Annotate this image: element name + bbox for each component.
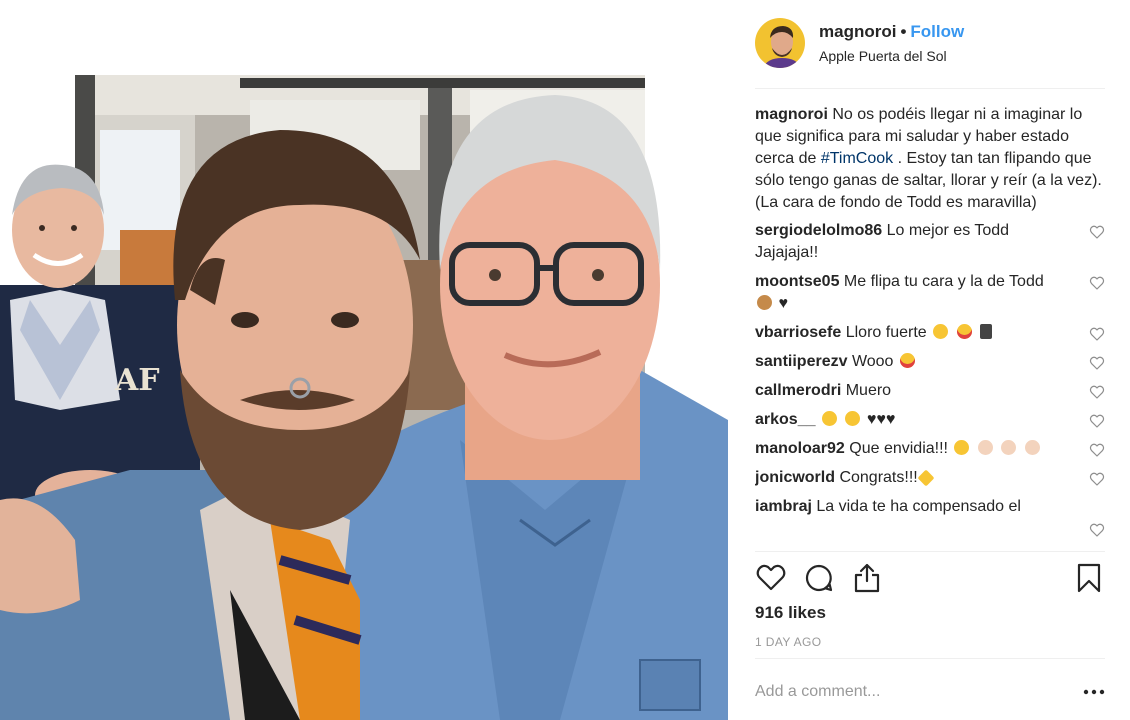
comment-item: jonicworld Congrats!!! bbox=[755, 467, 1105, 489]
star-struck-emoji-icon bbox=[954, 440, 970, 455]
header-text: magnoroi • Follow Apple Puerta del Sol bbox=[819, 21, 964, 66]
save-icon[interactable] bbox=[1073, 562, 1105, 594]
comment-like-icon[interactable] bbox=[1089, 413, 1105, 429]
actions-divider bbox=[755, 551, 1105, 552]
star-emoji-icon bbox=[917, 469, 935, 487]
comment-username[interactable]: callmerodri bbox=[755, 382, 841, 399]
header-separator: • bbox=[900, 21, 907, 41]
post-actions bbox=[755, 562, 1105, 594]
post-timestamp[interactable]: 1 DAY AGO bbox=[755, 635, 822, 649]
clapping-hands-emoji-icon bbox=[977, 440, 993, 455]
add-comment-input[interactable] bbox=[755, 680, 1045, 704]
comment-text: Lloro fuerte bbox=[845, 324, 927, 341]
comment-username[interactable]: manoloar92 bbox=[755, 440, 845, 457]
post-header: magnoroi • Follow Apple Puerta del Sol bbox=[755, 18, 1105, 68]
clapping-hands-emoji-icon bbox=[1001, 440, 1017, 455]
comment-username[interactable]: iambraj bbox=[755, 498, 812, 515]
top-arrow-emoji-icon bbox=[980, 324, 993, 339]
comment-item: arkos__ ♥♥♥ bbox=[755, 409, 1105, 431]
comment-like-icon[interactable] bbox=[1089, 275, 1105, 291]
astonished-emoji-icon bbox=[845, 411, 861, 426]
comment-item: sergiodelolmo86 Lo mejor es Todd Jajajaj… bbox=[755, 220, 1105, 264]
likes-count[interactable]: 916 likes bbox=[755, 603, 826, 623]
clapping-hands-emoji-icon bbox=[1024, 440, 1040, 455]
post-side-panel: magnoroi • Follow Apple Puerta del Sol mag… bbox=[728, 0, 1130, 720]
comments-list[interactable]: magnoroi No os podéis llegar ni a imagin… bbox=[755, 104, 1105, 550]
share-icon[interactable] bbox=[851, 562, 883, 594]
comment-item: vbarriosefe Lloro fuerte bbox=[755, 322, 1105, 344]
svg-text:AF: AF bbox=[114, 363, 160, 398]
comment-username[interactable]: vbarriosefe bbox=[755, 324, 841, 341]
post-author-username[interactable]: magnoroi bbox=[819, 22, 896, 41]
monkey-emoji-icon bbox=[757, 295, 772, 310]
comment-box-divider bbox=[755, 658, 1105, 659]
like-icon[interactable] bbox=[755, 562, 787, 594]
comment-tail: ♥ bbox=[778, 295, 788, 312]
avatar-image bbox=[755, 18, 805, 68]
comment-tail: ♥♥♥ bbox=[866, 411, 896, 428]
comment-username[interactable]: jonicworld bbox=[755, 469, 835, 486]
comment-like-icon[interactable] bbox=[1089, 224, 1105, 240]
comment-username[interactable]: santiiperezv bbox=[755, 353, 847, 370]
post-photo[interactable]: AF bbox=[0, 0, 728, 720]
follow-button[interactable]: Follow bbox=[910, 22, 964, 41]
comment-like-icon[interactable] bbox=[1089, 355, 1105, 371]
header-title-line: magnoroi • Follow bbox=[819, 21, 964, 43]
caption-hashtag[interactable]: #TimCook bbox=[821, 150, 893, 167]
comment-like-icon[interactable] bbox=[1089, 326, 1105, 342]
avatar[interactable] bbox=[755, 18, 805, 68]
more-options-icon[interactable] bbox=[1082, 684, 1106, 700]
comment-item: callmerodri Muero bbox=[755, 380, 1105, 402]
comment-text: Muero bbox=[845, 382, 892, 399]
comment-like-icon[interactable] bbox=[1089, 522, 1105, 538]
comment-like-icon[interactable] bbox=[1089, 471, 1105, 487]
caption-username[interactable]: magnoroi bbox=[755, 106, 828, 123]
heart-eyes-emoji-icon bbox=[956, 324, 972, 339]
comment-item: manoloar92 Que envidia!!! bbox=[755, 438, 1105, 460]
comment-item: moontse05 Me flipa tu cara y la de Todd … bbox=[755, 271, 1105, 315]
header-divider bbox=[755, 88, 1105, 89]
comment-text: Que envidia!!! bbox=[849, 440, 948, 457]
comment-username[interactable]: moontse05 bbox=[755, 273, 839, 290]
comment-like-icon[interactable] bbox=[1089, 384, 1105, 400]
crying-emoji-icon bbox=[933, 324, 949, 339]
post-image: AF bbox=[0, 75, 728, 720]
comment-text: Congrats!!! bbox=[839, 469, 918, 486]
comment-text: Wooo bbox=[851, 353, 894, 370]
comment-text: La vida te ha compensado el bbox=[816, 498, 1021, 515]
comment-username[interactable]: sergiodelolmo86 bbox=[755, 222, 882, 239]
heart-eyes-emoji-icon bbox=[899, 353, 915, 368]
comment-icon[interactable] bbox=[803, 562, 835, 594]
comment-item: iambraj La vida te ha compensado el bbox=[755, 496, 1105, 537]
comment-item: santiiperezv Wooo bbox=[755, 351, 1105, 373]
post-caption: magnoroi No os podéis llegar ni a imagin… bbox=[755, 104, 1105, 214]
post-location[interactable]: Apple Puerta del Sol bbox=[819, 46, 964, 66]
comment-text: Me flipa tu cara y la de Todd bbox=[843, 273, 1044, 290]
comment-username[interactable]: arkos__ bbox=[755, 411, 816, 428]
comment-like-icon[interactable] bbox=[1089, 442, 1105, 458]
astonished-emoji-icon bbox=[821, 411, 837, 426]
